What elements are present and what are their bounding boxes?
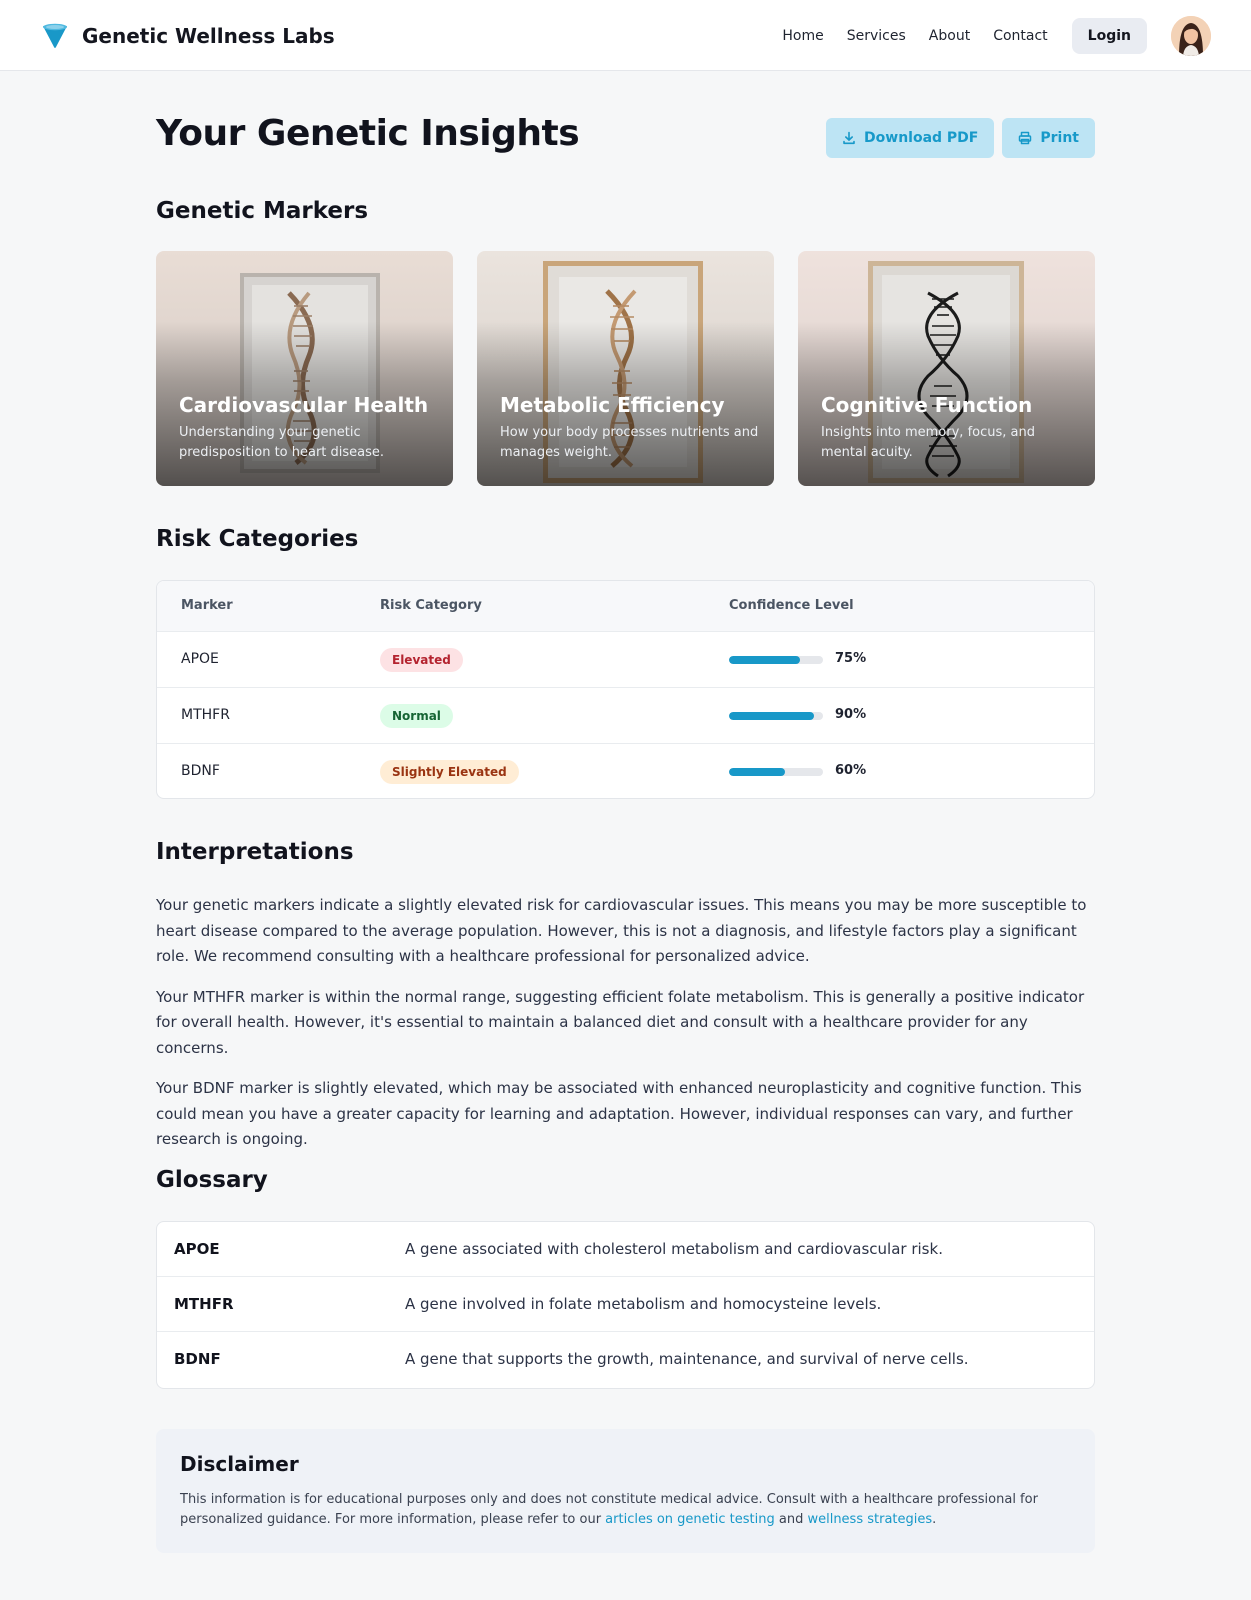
- confidence-value: 75%: [835, 651, 867, 666]
- disclaimer-title: Disclaimer: [180, 1452, 299, 1476]
- column-header-confidence: Confidence Level: [729, 598, 854, 613]
- confidence-value: 60%: [835, 763, 867, 778]
- glossary-definition: A gene involved in folate metabolism and…: [405, 1295, 882, 1313]
- risk-table-header: Marker Risk Category Confidence Level: [157, 581, 1094, 632]
- interpretation-paragraph: Your BDNF marker is slightly elevated, w…: [156, 1079, 1082, 1148]
- glossary-term: MTHFR: [174, 1295, 234, 1313]
- glossary-definition: A gene associated with cholesterol metab…: [405, 1240, 943, 1258]
- marker-name: MTHFR: [181, 707, 230, 723]
- nav-services[interactable]: Services: [847, 28, 906, 44]
- status-badge: Normal: [380, 704, 453, 728]
- card-description: Understanding your genetic predispositio…: [179, 425, 385, 460]
- glossary-term: APOE: [174, 1240, 220, 1258]
- funnel-logo-icon: [43, 23, 67, 48]
- brand[interactable]: Genetic Wellness Labs: [40, 20, 335, 52]
- print-button[interactable]: Print: [1002, 118, 1095, 158]
- status-badge: Elevated: [380, 648, 463, 672]
- glossary-row: MTHFR A gene involved in folate metaboli…: [157, 1277, 1094, 1332]
- confidence-bar: [729, 768, 823, 776]
- table-row: APOE Elevated 75%: [157, 632, 1094, 688]
- interpretations-body: Your genetic markers indicate a slightly…: [156, 893, 1096, 1168]
- table-row: MTHFR Normal 90%: [157, 688, 1094, 744]
- download-pdf-label: Download PDF: [864, 130, 979, 146]
- page-title: Your Genetic Insights: [156, 113, 580, 154]
- confidence-bar: [729, 656, 823, 664]
- nav-about[interactable]: About: [929, 28, 970, 44]
- interpretation-paragraph: Your genetic markers indicate a slightly…: [156, 896, 1087, 965]
- confidence-bar-fill: [729, 712, 814, 720]
- interpretation-paragraph: Your MTHFR marker is within the normal r…: [156, 987, 1085, 1057]
- card-title: Cardiovascular Health: [179, 393, 429, 417]
- download-icon: [843, 131, 855, 145]
- column-header-marker: Marker: [181, 598, 233, 613]
- print-label: Print: [1040, 130, 1079, 146]
- page-actions: Download PDF Print: [818, 118, 1095, 158]
- articles-link[interactable]: articles on genetic testing: [605, 1512, 775, 1527]
- confidence-bar-fill: [729, 656, 800, 664]
- wellness-strategies-link[interactable]: wellness strategies: [807, 1512, 932, 1527]
- marker-cards: Cardiovascular Health Understanding your…: [156, 251, 1095, 486]
- disclaimer-text-middle: and: [774, 1512, 808, 1527]
- interpretations-heading: Interpretations: [156, 839, 354, 865]
- column-header-risk-category: Risk Category: [380, 598, 482, 613]
- card-cardiovascular-health[interactable]: Cardiovascular Health Understanding your…: [156, 251, 453, 486]
- glossary-term: BDNF: [174, 1350, 221, 1368]
- user-avatar-icon: [1171, 16, 1211, 56]
- glossary-row: APOE A gene associated with cholesterol …: [157, 1222, 1094, 1277]
- confidence-bar-fill: [729, 768, 786, 776]
- glossary-definition: A gene that supports the growth, mainten…: [405, 1350, 969, 1368]
- confidence-value: 90%: [835, 707, 867, 722]
- card-description: How your body processes nutrients and ma…: [500, 425, 759, 460]
- card-title: Metabolic Efficiency: [500, 393, 725, 417]
- brand-name: Genetic Wellness Labs: [82, 24, 335, 48]
- card-description: Insights into memory, focus, and mental …: [821, 425, 1035, 460]
- nav-home[interactable]: Home: [782, 28, 823, 44]
- login-button[interactable]: Login: [1071, 18, 1147, 54]
- risk-categories-heading: Risk Categories: [156, 526, 359, 552]
- card-metabolic-efficiency[interactable]: Metabolic Efficiency How your body proce…: [477, 251, 774, 486]
- card-cognitive-function[interactable]: Cognitive Function Insights into memory,…: [798, 251, 1095, 486]
- table-row: BDNF Slightly Elevated 60%: [157, 744, 1094, 798]
- avatar[interactable]: [1171, 16, 1211, 56]
- marker-name: BDNF: [181, 763, 220, 779]
- glossary-heading: Glossary: [156, 1167, 268, 1193]
- printer-icon: [1019, 131, 1032, 145]
- glossary-row: BDNF A gene that supports the growth, ma…: [157, 1332, 1094, 1387]
- card-title: Cognitive Function: [821, 393, 1033, 417]
- disclaimer-text: This information is for educational purp…: [180, 1490, 1060, 1530]
- nav-contact[interactable]: Contact: [993, 28, 1047, 44]
- glossary-table: APOE A gene associated with cholesterol …: [156, 1221, 1095, 1389]
- disclaimer-box: Disclaimer This information is for educa…: [156, 1429, 1095, 1553]
- status-badge: Slightly Elevated: [380, 760, 519, 784]
- disclaimer-text-after: .: [932, 1512, 937, 1527]
- risk-table: Marker Risk Category Confidence Level AP…: [156, 580, 1095, 799]
- genetic-markers-heading: Genetic Markers: [156, 198, 369, 224]
- download-pdf-button[interactable]: Download PDF: [826, 118, 995, 158]
- marker-name: APOE: [181, 651, 219, 667]
- main-nav: Home Services About Contact Login: [782, 16, 1211, 56]
- confidence-bar: [729, 712, 823, 720]
- site-header: Genetic Wellness Labs Home Services Abou…: [0, 0, 1251, 71]
